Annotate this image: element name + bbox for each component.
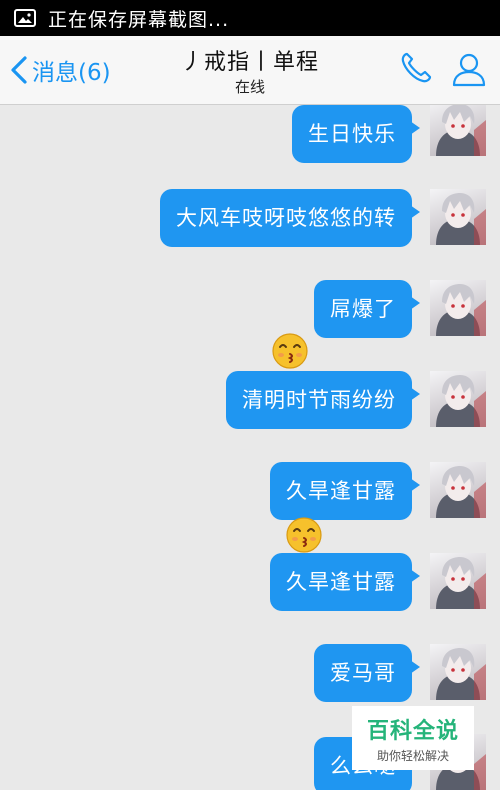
kissing-emoji-icon: [271, 332, 309, 370]
status-bar: 正在保存屏幕截图...: [0, 0, 500, 36]
anime-avatar-icon: [436, 557, 486, 609]
avatar[interactable]: [430, 553, 486, 609]
message-bubble[interactable]: 清明时节雨纷纷: [226, 371, 420, 429]
kissing-emoji-icon: [285, 516, 323, 554]
avatar[interactable]: [430, 280, 486, 336]
avatar[interactable]: [430, 371, 486, 427]
avatar[interactable]: [430, 105, 486, 156]
anime-avatar-icon: [436, 105, 486, 156]
message-row: 久旱逢甘露: [0, 553, 500, 629]
watermark-subtitle: 助你轻松解决: [376, 749, 449, 763]
anime-avatar-icon: [436, 466, 486, 518]
phone-icon[interactable]: [398, 50, 434, 86]
avatar[interactable]: [430, 462, 486, 518]
message-bubble[interactable]: 爱马哥: [314, 644, 420, 702]
profile-icon[interactable]: [450, 50, 488, 88]
message-row: 屌爆了: [0, 280, 500, 356]
message-row: 生日快乐: [0, 105, 500, 176]
gallery-icon: [14, 9, 36, 27]
message-bubble[interactable]: 生日快乐: [292, 105, 420, 163]
message-bubble[interactable]: 大风车吱呀吱悠悠的转: [160, 189, 420, 247]
watermark-logo: 百科全说 助你轻松解决: [352, 706, 474, 770]
message-row: 久旱逢甘露: [0, 462, 500, 538]
anime-avatar-icon: [436, 648, 486, 700]
message-row: 清明时节雨纷纷: [0, 371, 500, 447]
chat-messages[interactable]: 生日快乐 大风车吱呀吱悠悠的转 屌爆了 清明时节雨纷纷 久旱逢甘露 久旱逢甘露 …: [0, 105, 500, 790]
avatar[interactable]: [430, 189, 486, 245]
message-bubble[interactable]: 久旱逢甘露: [270, 462, 420, 520]
anime-avatar-icon: [436, 193, 486, 245]
message-bubble[interactable]: 屌爆了: [314, 280, 420, 338]
message-row: 大风车吱呀吱悠悠的转: [0, 189, 500, 265]
message-bubble[interactable]: 久旱逢甘露: [270, 553, 420, 611]
anime-avatar-icon: [436, 284, 486, 336]
watermark-title: 百科全说: [366, 719, 459, 744]
status-text: 正在保存屏幕截图...: [48, 8, 230, 31]
avatar[interactable]: [430, 644, 486, 700]
anime-avatar-icon: [436, 375, 486, 427]
